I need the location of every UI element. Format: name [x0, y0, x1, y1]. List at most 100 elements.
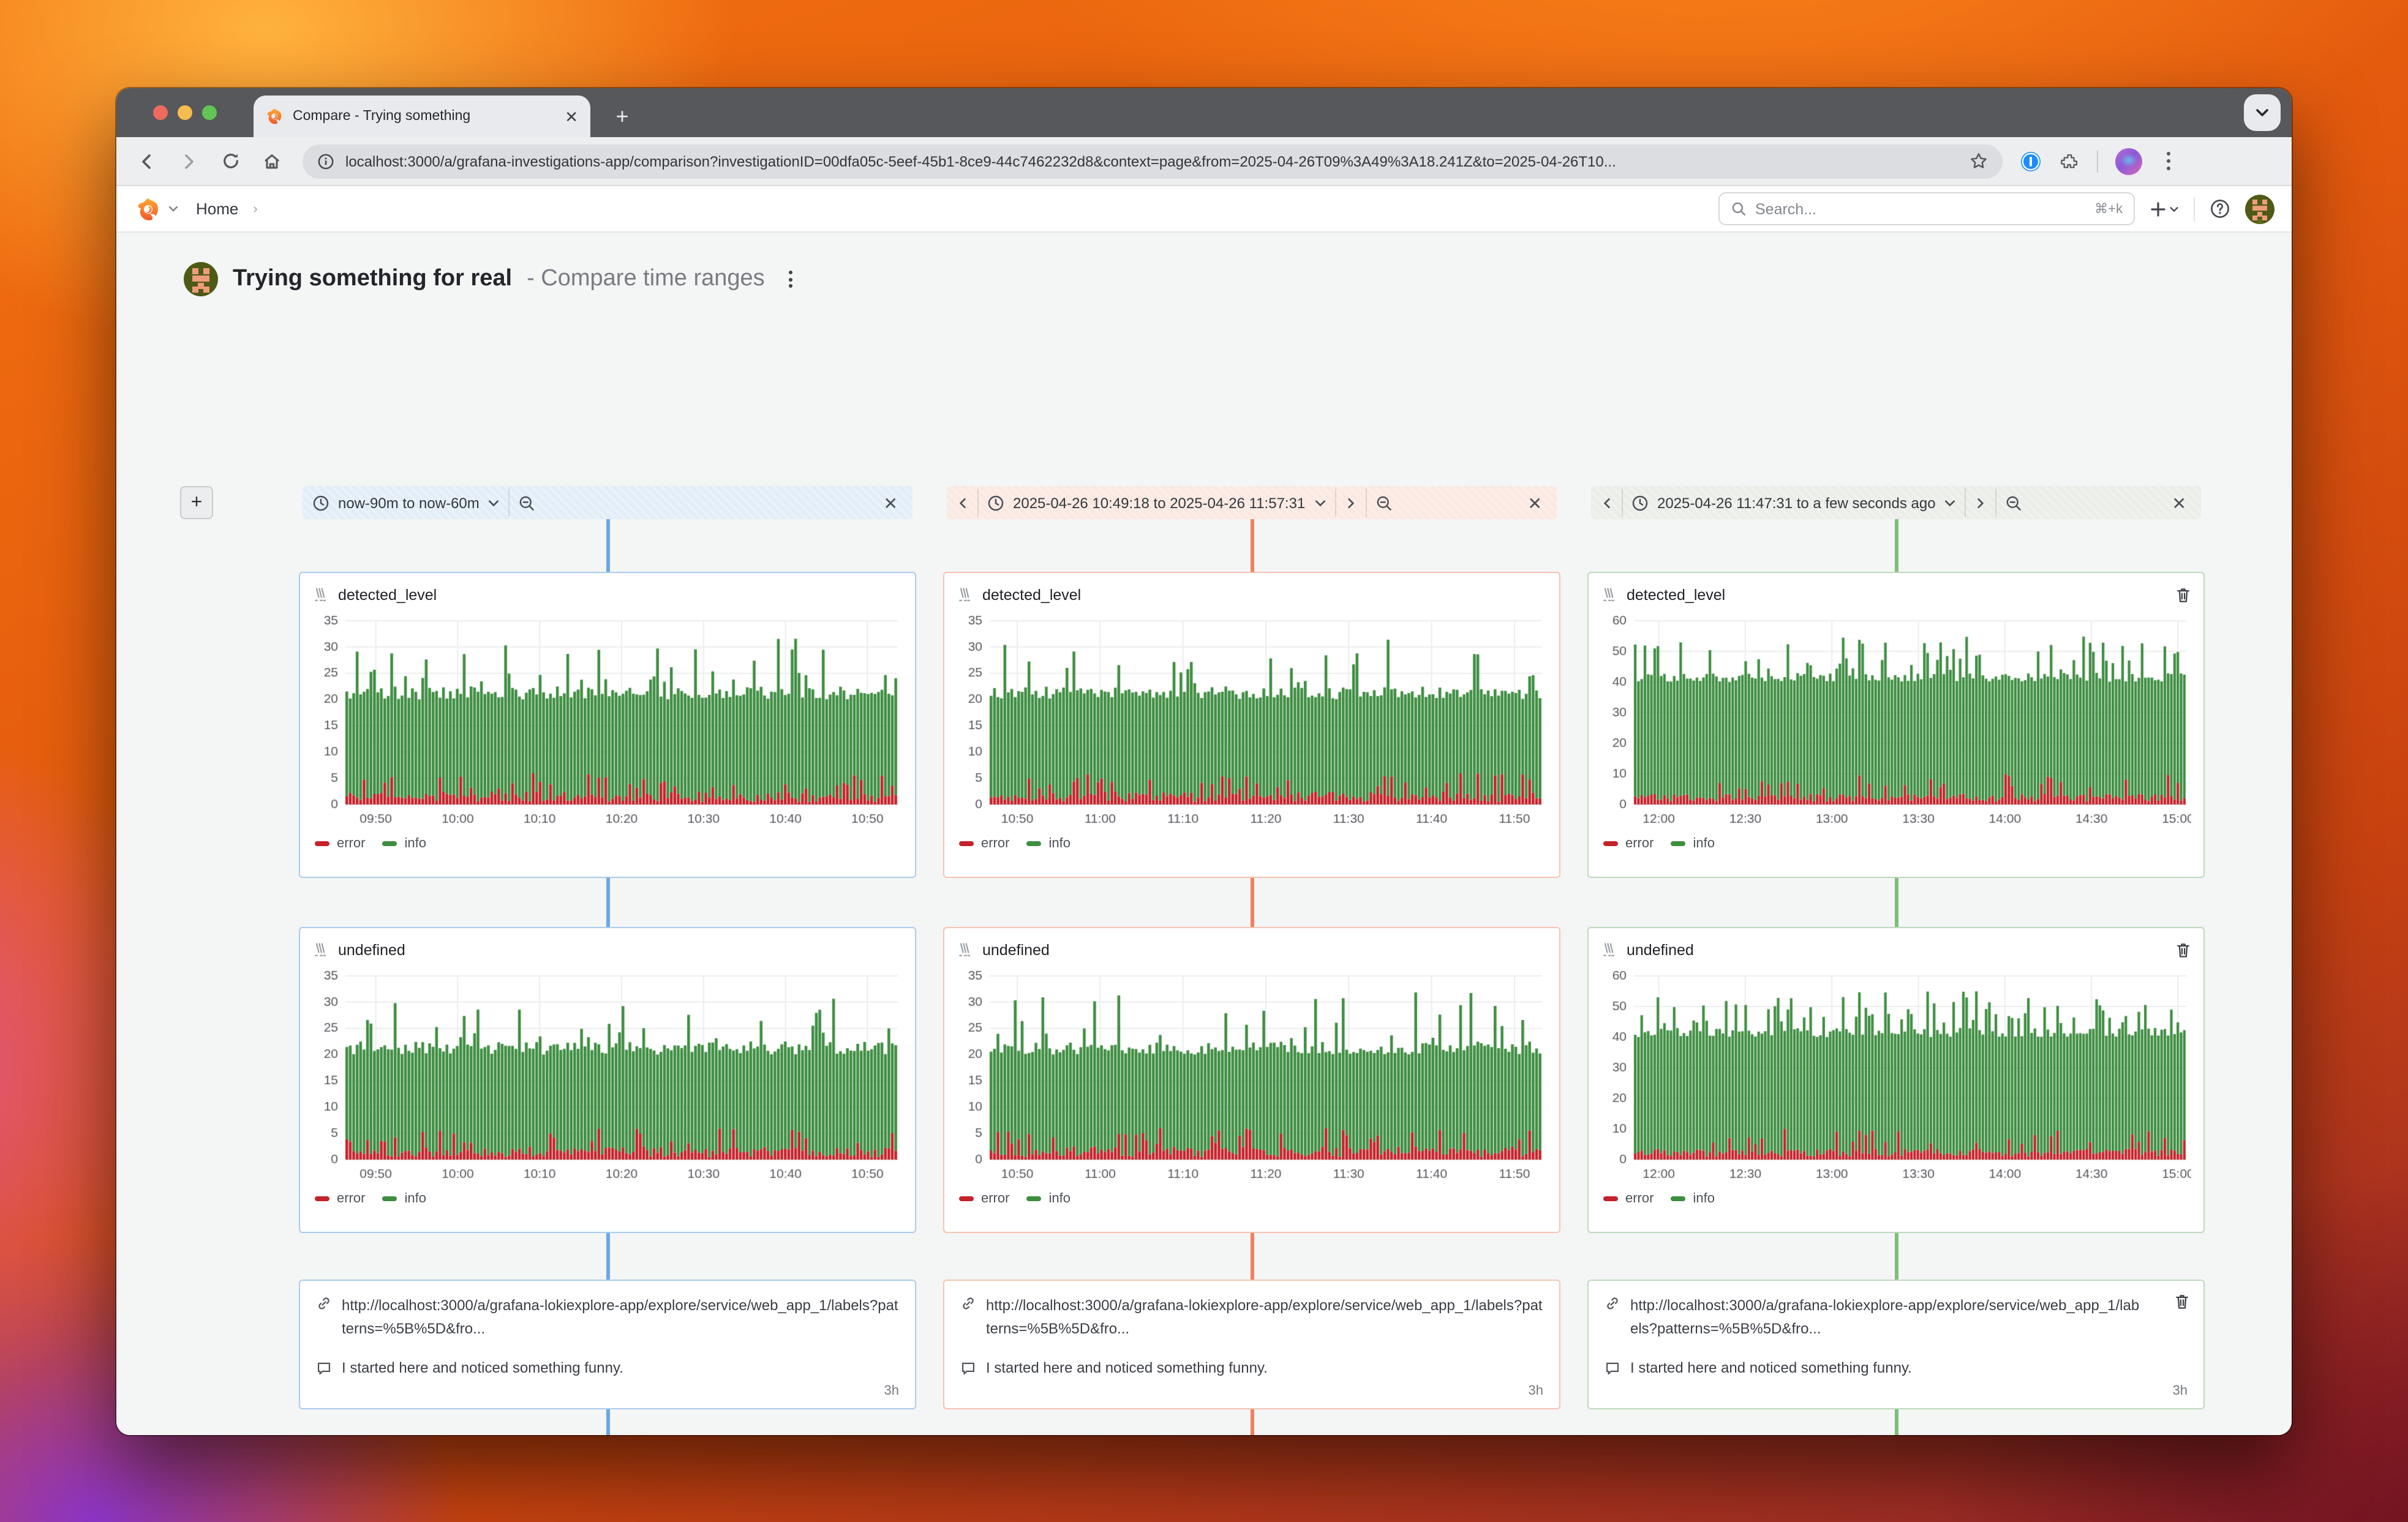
back-button[interactable]: [126, 143, 168, 179]
chart-legend: error info: [957, 831, 1547, 856]
logs-icon: [312, 587, 329, 604]
tab-close-icon[interactable]: ✕: [565, 108, 578, 124]
comment-icon: [960, 1360, 976, 1376]
range-divider: [1996, 489, 1997, 517]
delete-panel-icon[interactable]: [2175, 587, 2191, 604]
range-divider: [1622, 489, 1623, 517]
note-link-text[interactable]: http://localhost:3000/a/grafana-lokiexpl…: [986, 1294, 1543, 1340]
link-icon: [960, 1295, 976, 1340]
add-time-range-button[interactable]: +: [180, 486, 213, 519]
logs-icon: [957, 942, 974, 959]
delete-panel-icon[interactable]: [2175, 942, 2191, 959]
panel-title: undefined: [982, 942, 1050, 959]
stacked-bar-chart: [957, 966, 1547, 1186]
chart-panel: undefined error info: [299, 927, 916, 1233]
breadcrumb-home[interactable]: Home: [196, 200, 238, 218]
help-icon: [2210, 198, 2230, 219]
zoom-out-icon[interactable]: [2006, 494, 2023, 511]
help-button[interactable]: [2210, 198, 2230, 219]
note-link-text[interactable]: http://localhost:3000/a/grafana-lokiexpl…: [342, 1294, 899, 1340]
add-new-button[interactable]: [2150, 200, 2179, 217]
fullscreen-window-button[interactable]: [202, 105, 217, 120]
time-range-picker[interactable]: now-90m to now-60m ✕: [303, 486, 912, 519]
grafana-header: Home › Search... ⌘+k: [116, 186, 2292, 233]
comment-icon: [316, 1360, 332, 1376]
site-info-icon[interactable]: [317, 152, 334, 170]
chevron-down-icon: [1944, 497, 1957, 509]
shift-right-icon[interactable]: [1975, 497, 1987, 509]
note-age: 3h: [316, 1384, 899, 1398]
chart-panel: undefined error info: [943, 927, 1560, 1233]
user-avatar[interactable]: [2245, 194, 2274, 223]
grafana-logo[interactable]: [136, 197, 160, 221]
time-range-label: now-90m to now-60m: [338, 494, 480, 511]
investigation-avatar: [184, 262, 218, 296]
logs-icon: [312, 942, 329, 959]
stacked-bar-chart: [1601, 611, 2191, 831]
chevron-down-icon: [488, 497, 500, 509]
minimize-window-button[interactable]: [178, 105, 192, 120]
chevron-down-icon: [2255, 105, 2270, 120]
panel-title: undefined: [338, 942, 405, 959]
comparison-column: 2025-04-26 11:47:31 to a few seconds ago…: [1587, 486, 2205, 1435]
forward-button[interactable]: [168, 143, 209, 179]
note-card: http://localhost:3000/a/grafana-lokiexpl…: [1587, 1280, 2205, 1409]
comparison-column: now-90m to now-60m ✕ detected_level erro…: [299, 486, 916, 1435]
stacked-bar-chart: [1601, 966, 2191, 1186]
extensions-puzzle-icon[interactable]: [2059, 151, 2080, 171]
page-menu-icon[interactable]: [780, 266, 803, 293]
desktop-wallpaper: Compare - Trying something ✕ +: [0, 0, 2408, 1522]
toolbar-divider: [2097, 150, 2098, 172]
panel-title: undefined: [1627, 942, 1694, 959]
clock-icon: [987, 494, 1004, 511]
range-divider: [1965, 489, 1966, 517]
search-icon: [1731, 201, 1747, 217]
chart-legend: error info: [957, 1186, 1547, 1211]
remove-column-icon[interactable]: ✕: [879, 492, 903, 514]
reload-button[interactable]: [209, 143, 251, 179]
bookmark-star-icon[interactable]: [1970, 152, 1988, 170]
stacked-bar-chart: [312, 611, 903, 831]
investigation-page: Trying something for real - Compare time…: [116, 233, 2292, 1435]
note-comment-text: I started here and noticed something fun…: [986, 1359, 1268, 1376]
search-input[interactable]: Search... ⌘+k: [1718, 192, 2135, 225]
search-shortcut: ⌘+k: [2094, 201, 2123, 217]
delete-note-icon[interactable]: [2174, 1293, 2190, 1310]
panel-title: detected_level: [338, 587, 437, 604]
range-divider: [977, 489, 979, 517]
home-button[interactable]: [251, 143, 293, 179]
shift-right-icon[interactable]: [1344, 497, 1356, 509]
search-placeholder: Search...: [1755, 200, 2086, 217]
zoom-out-icon[interactable]: [1375, 494, 1392, 511]
browser-profile-avatar[interactable]: [2115, 148, 2142, 174]
chart-panel: detected_level error info: [299, 572, 916, 878]
time-range-label: 2025-04-26 11:47:31 to a few seconds ago: [1657, 494, 1936, 511]
window-controls: [153, 105, 217, 120]
tab-title: Compare - Trying something: [293, 109, 555, 124]
chart-panel: detected_level error info: [1587, 572, 2205, 878]
tab-search-button[interactable]: [2244, 94, 2281, 131]
org-switcher-chevron-icon[interactable]: [168, 203, 179, 214]
range-divider: [1334, 489, 1336, 517]
plus-icon: [2150, 200, 2167, 217]
close-window-button[interactable]: [153, 105, 168, 120]
new-tab-button[interactable]: +: [606, 100, 638, 132]
url-bar[interactable]: localhost:3000/a/grafana-investigations-…: [303, 144, 2003, 178]
browser-tab[interactable]: Compare - Trying something ✕: [254, 96, 590, 137]
browser-menu-icon[interactable]: [2159, 152, 2178, 170]
shift-left-icon[interactable]: [957, 497, 969, 509]
grafana-favicon: [266, 108, 283, 125]
chart-legend: error info: [1601, 1186, 2191, 1211]
time-range-picker[interactable]: 2025-04-26 10:49:18 to 2025-04-26 11:57:…: [947, 486, 1557, 519]
note-link-text[interactable]: http://localhost:3000/a/grafana-lokiexpl…: [1630, 1294, 2146, 1340]
shift-left-icon[interactable]: [1601, 497, 1613, 509]
zoom-out-icon[interactable]: [519, 494, 536, 511]
browser-toolbar: localhost:3000/a/grafana-investigations-…: [116, 137, 2292, 186]
password-manager-icon[interactable]: [2020, 150, 2042, 172]
note-comment-text: I started here and noticed something fun…: [1630, 1359, 1912, 1376]
remove-column-icon[interactable]: ✕: [1523, 492, 1547, 514]
remove-column-icon[interactable]: ✕: [2167, 492, 2191, 514]
logs-icon: [1601, 942, 1618, 959]
time-range-picker[interactable]: 2025-04-26 11:47:31 to a few seconds ago…: [1591, 486, 2201, 519]
browser-tab-strip: Compare - Trying something ✕ +: [116, 88, 2292, 137]
